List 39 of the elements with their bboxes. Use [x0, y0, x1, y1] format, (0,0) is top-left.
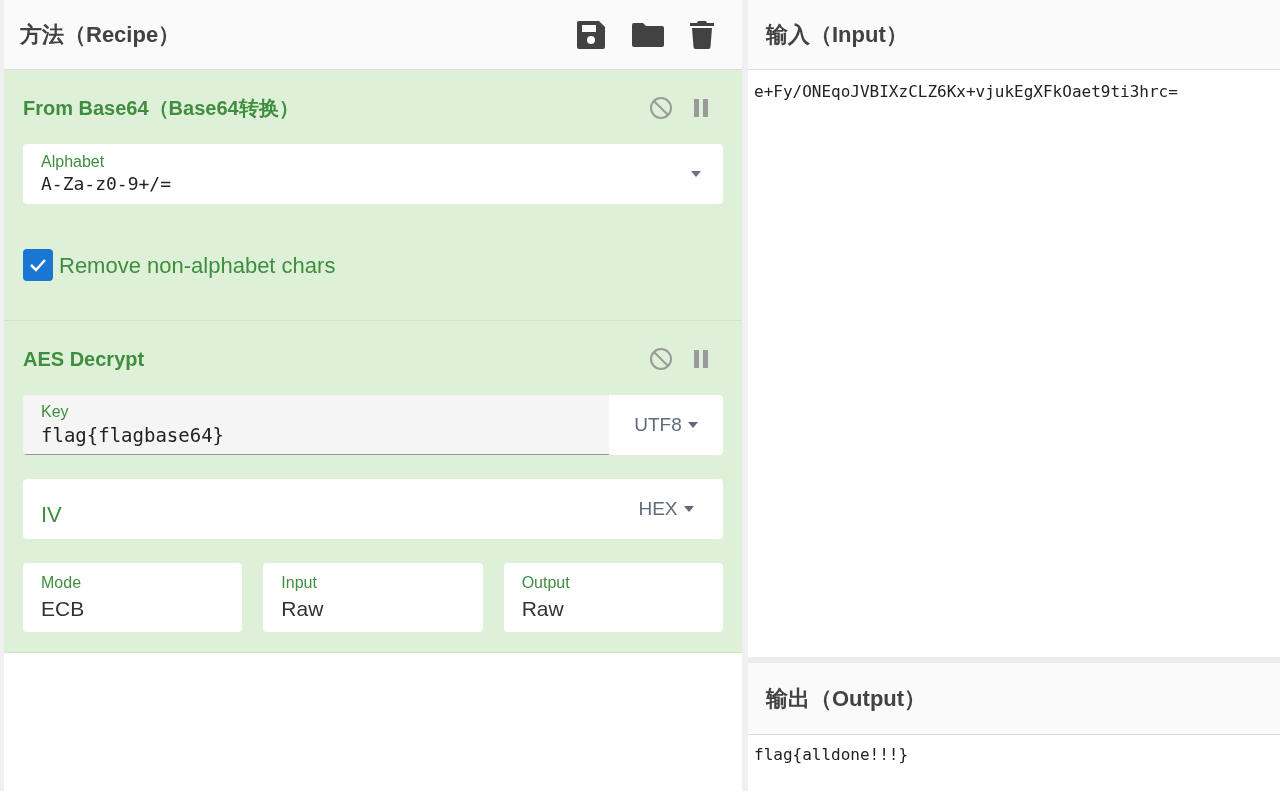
key-input-field[interactable]: Key flag{flagbase64} — [23, 395, 609, 455]
option-field[interactable]: Output Raw — [503, 563, 723, 632]
operation-title: From Base64（Base64转换） — [23, 96, 299, 121]
folder-icon[interactable] — [632, 21, 664, 48]
field-value: ECB — [41, 595, 86, 622]
output-text: flag{alldone!!!} — [754, 745, 909, 764]
encoding-dropdown[interactable]: UTF8 — [609, 395, 723, 455]
caret-icon — [683, 506, 694, 512]
encoding-dropdown[interactable]: HEX — [609, 479, 723, 539]
trash-icon[interactable] — [690, 20, 714, 49]
caret-icon — [687, 422, 698, 428]
operation-title: AES Decrypt — [23, 347, 145, 372]
disable-icon[interactable] — [649, 347, 673, 371]
input-text[interactable]: e+Fy/ONEqoJVBIXzCLZ6Kx+vjukEgXFkOaet9ti3hrc= — [754, 82, 1178, 101]
caret-icon — [691, 171, 701, 177]
save-icon[interactable] — [576, 19, 606, 50]
pause-icon[interactable] — [693, 350, 709, 368]
field-value: Raw — [281, 595, 325, 622]
iv-input-field[interactable]: IV — [23, 479, 609, 539]
panel-title: 输出（Output） — [766, 685, 927, 713]
checkbox-label: Remove non-alphabet chars — [59, 251, 336, 280]
field-label: Mode — [41, 572, 83, 593]
field-label: Output — [521, 572, 571, 593]
field-value: flag{flagbase64} — [41, 422, 226, 448]
disable-icon[interactable] — [649, 96, 673, 120]
check-icon — [29, 258, 47, 272]
pause-icon[interactable] — [693, 99, 709, 117]
option-field[interactable]: Input Raw — [263, 563, 483, 632]
field-label: Alphabet — [41, 152, 106, 172]
field-placeholder: IV — [41, 500, 63, 529]
field-value: Raw — [521, 595, 565, 622]
panel-title: 输入（Input） — [766, 21, 908, 49]
field-label: Key — [41, 401, 70, 422]
checkbox[interactable] — [23, 249, 53, 281]
option-field[interactable]: Mode ECB — [23, 563, 243, 632]
field-label: Input — [281, 572, 318, 593]
panel-title: 方法（Recipe） — [20, 21, 181, 49]
field-value: A-Za-z0-9+/= — [41, 172, 173, 196]
alphabet-dropdown[interactable]: Alphabet A-Za-z0-9+/= — [23, 144, 723, 204]
